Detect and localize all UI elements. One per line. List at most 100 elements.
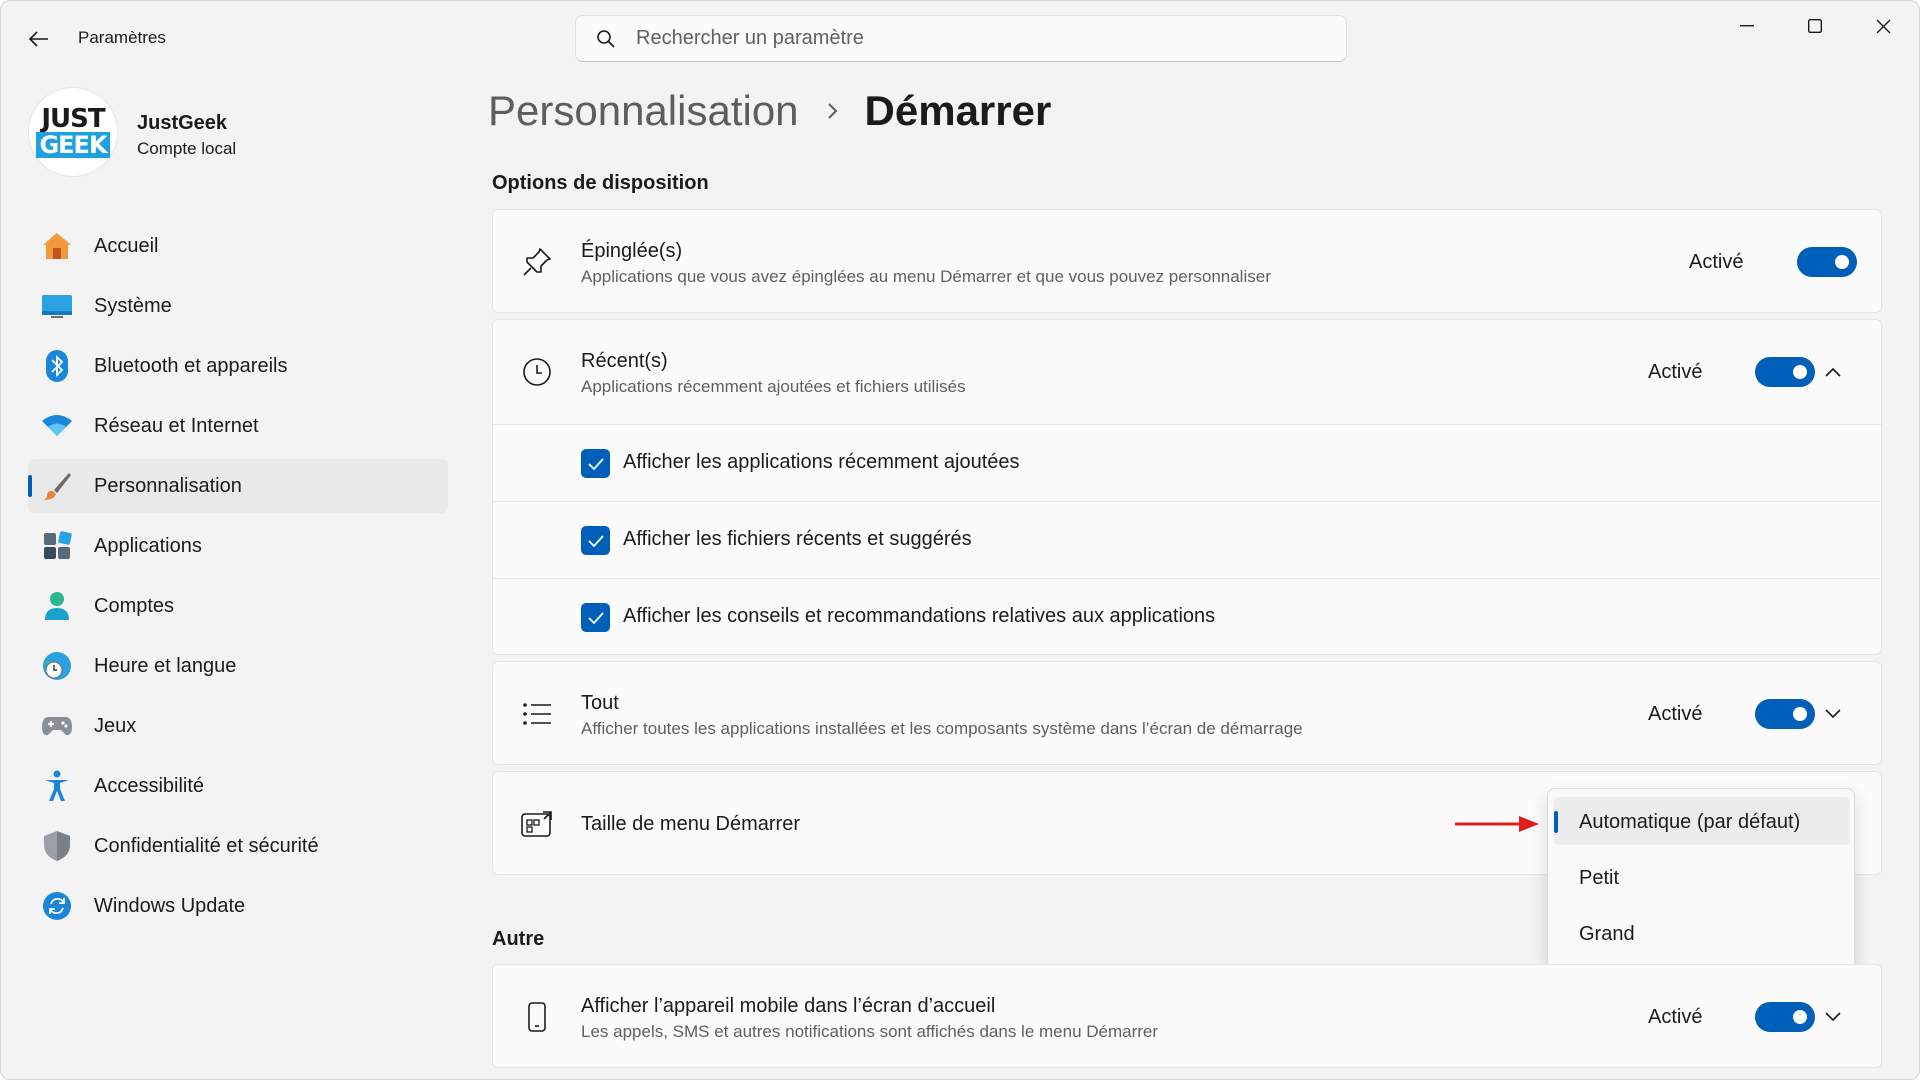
checkmark-icon xyxy=(587,457,604,470)
settings-window: Paramètres JUST GEEK JustGeek Compte xyxy=(0,0,1920,1080)
all-apps-row[interactable]: Tout Afficher toutes les applications in… xyxy=(493,662,1881,766)
menu-size-title: Taille de menu Démarrer xyxy=(581,813,800,835)
wifi-icon xyxy=(40,409,74,443)
all-apps-toggle[interactable] xyxy=(1755,699,1815,729)
sidebar-item-label: Bluetooth et appareils xyxy=(94,354,288,377)
sidebar-item-label: Accessibilité xyxy=(94,774,205,797)
globe-clock-icon xyxy=(40,649,74,683)
sidebar-item-comptes[interactable]: Comptes xyxy=(28,579,448,633)
mobile-subtitle: Les appels, SMS et autres notifications … xyxy=(581,1022,1159,1041)
pinned-row: Épinglée(s) Applications que vous avez é… xyxy=(493,210,1881,314)
breadcrumb: Personnalisation Démarrer xyxy=(488,87,1051,135)
phone-icon xyxy=(519,999,555,1035)
search-box[interactable] xyxy=(575,15,1347,62)
menu-size-dropdown[interactable]: Automatique (par défaut) Petit Grand xyxy=(1547,788,1855,972)
sidebar-item-label: Réseau et Internet xyxy=(94,414,259,437)
logo-line-2: GEEK xyxy=(36,132,110,158)
maximize-icon xyxy=(1808,19,1822,33)
title-bar: Paramètres xyxy=(1,1,1919,77)
dropdown-option-label: Grand xyxy=(1579,923,1635,945)
recent-apps-checkbox[interactable] xyxy=(581,449,610,478)
recent-option-row[interactable]: Afficher les applications récemment ajou… xyxy=(493,425,1881,501)
profile-name: JustGeek xyxy=(137,112,228,134)
chevron-up-icon[interactable] xyxy=(1818,357,1848,387)
sidebar-item-personnalisation[interactable]: Personnalisation xyxy=(28,459,448,513)
sidebar-item-label: Applications xyxy=(94,534,202,557)
maximize-button[interactable] xyxy=(1781,1,1849,51)
breadcrumb-parent[interactable]: Personnalisation xyxy=(488,87,799,135)
recent-files-checkbox[interactable] xyxy=(581,526,610,555)
update-icon xyxy=(40,889,74,923)
recent-row[interactable]: Récent(s) Applications récemment ajoutée… xyxy=(493,320,1881,424)
section-title-layout: Options de disposition xyxy=(492,172,709,194)
clock-icon xyxy=(519,354,555,390)
dropdown-option-label: Petit xyxy=(1579,867,1620,889)
section-title-other: Autre xyxy=(492,928,545,950)
recent-option-row[interactable]: Afficher les conseils et recommandations… xyxy=(493,579,1881,655)
pinned-state: Activé xyxy=(1689,251,1744,273)
dropdown-option-auto[interactable]: Automatique (par défaut) xyxy=(1554,797,1850,845)
all-apps-card: Tout Afficher toutes les applications in… xyxy=(492,661,1882,765)
sidebar-item-confidentialite[interactable]: Confidentialité et sécurité xyxy=(28,819,448,873)
system-icon xyxy=(40,289,74,323)
recent-apps-label: Afficher les applications récemment ajou… xyxy=(623,451,1020,473)
checkmark-icon xyxy=(587,534,604,547)
page-title: Démarrer xyxy=(864,87,1052,134)
sidebar-item-systeme[interactable]: Système xyxy=(28,279,448,333)
apps-icon xyxy=(40,529,74,563)
recent-files-label: Afficher les fichiers récents et suggéré… xyxy=(623,528,972,550)
all-apps-title: Tout xyxy=(581,692,619,714)
search-input[interactable] xyxy=(636,27,1316,50)
mobile-state: Activé xyxy=(1648,1006,1703,1028)
dropdown-option-label: Automatique (par défaut) xyxy=(1579,811,1801,833)
pinned-subtitle: Applications que vous avez épinglées au … xyxy=(581,267,1271,286)
recent-option-row[interactable]: Afficher les fichiers récents et suggéré… xyxy=(493,502,1881,578)
checkmark-icon xyxy=(587,611,604,624)
chevron-down-icon[interactable] xyxy=(1818,699,1848,729)
list-icon xyxy=(519,696,555,732)
sidebar-item-label: Windows Update xyxy=(94,894,246,917)
sidebar-item-accueil[interactable]: Accueil xyxy=(28,219,448,273)
sidebar-nav: Accueil Système Bluetooth et appareils R… xyxy=(28,219,448,939)
brush-icon xyxy=(40,469,74,503)
close-button[interactable] xyxy=(1849,1,1917,51)
sidebar-item-reseau[interactable]: Réseau et Internet xyxy=(28,399,448,453)
recent-toggle[interactable] xyxy=(1755,357,1815,387)
home-icon xyxy=(40,229,74,263)
app-title: Paramètres xyxy=(78,28,166,47)
user-profile[interactable]: JUST GEEK JustGeek Compte local xyxy=(28,87,428,179)
chevron-down-icon[interactable] xyxy=(1818,1002,1848,1032)
chevron-right-icon xyxy=(827,102,839,120)
mobile-toggle[interactable] xyxy=(1755,1002,1815,1032)
recent-title: Récent(s) xyxy=(581,350,668,372)
mobile-row[interactable]: Afficher l’appareil mobile dans l’écran … xyxy=(493,965,1881,1069)
back-arrow-icon xyxy=(29,31,48,47)
sidebar-item-bluetooth[interactable]: Bluetooth et appareils xyxy=(28,339,448,393)
start-menu-size-icon xyxy=(519,806,555,842)
tips-checkbox[interactable] xyxy=(581,603,610,632)
close-icon xyxy=(1876,19,1890,33)
recent-card: Récent(s) Applications récemment ajoutée… xyxy=(492,319,1882,655)
mobile-card: Afficher l’appareil mobile dans l’écran … xyxy=(492,964,1882,1068)
sidebar-item-label: Accueil xyxy=(94,234,159,257)
sidebar-item-label: Comptes xyxy=(94,594,175,617)
avatar: JUST GEEK xyxy=(28,87,118,177)
sidebar-item-label: Confidentialité et sécurité xyxy=(94,834,319,857)
sidebar-item-label: Heure et langue xyxy=(94,654,237,677)
bluetooth-icon xyxy=(40,349,74,383)
shield-icon xyxy=(40,829,74,863)
sidebar-item-heure-langue[interactable]: Heure et langue xyxy=(28,639,448,693)
accessibility-icon xyxy=(40,769,74,803)
sidebar-item-accessibilite[interactable]: Accessibilité xyxy=(28,759,448,813)
dropdown-option-grand[interactable]: Grand xyxy=(1554,909,1850,957)
dropdown-option-petit[interactable]: Petit xyxy=(1554,853,1850,901)
pin-icon xyxy=(519,244,555,280)
account-icon xyxy=(40,589,74,623)
recent-state: Activé xyxy=(1648,361,1703,383)
pinned-toggle[interactable] xyxy=(1797,247,1857,277)
minimize-button[interactable] xyxy=(1713,1,1781,51)
sidebar-item-applications[interactable]: Applications xyxy=(28,519,448,573)
back-button[interactable] xyxy=(19,21,59,57)
sidebar-item-windows-update[interactable]: Windows Update xyxy=(28,879,448,933)
sidebar-item-jeux[interactable]: Jeux xyxy=(28,699,448,753)
